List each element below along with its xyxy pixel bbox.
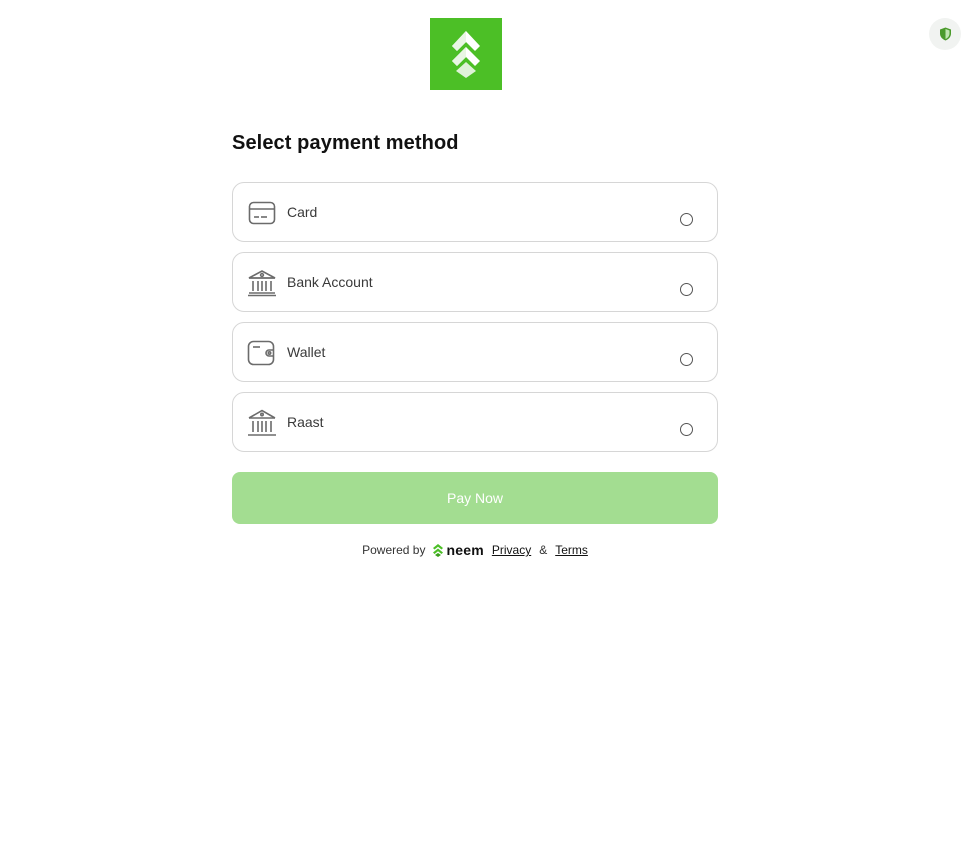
powered-by-text: Powered by xyxy=(362,543,426,557)
payment-option-radio[interactable] xyxy=(680,213,693,226)
payment-option-label: Card xyxy=(287,204,318,220)
payment-option-raast[interactable]: Raast xyxy=(232,392,718,452)
shield-icon xyxy=(939,27,951,41)
pay-now-button[interactable]: Pay Now xyxy=(232,472,718,524)
neem-logo: neem xyxy=(433,542,484,558)
payment-option-card[interactable]: Card xyxy=(232,182,718,242)
payment-option-bank-account[interactable]: Bank Account xyxy=(232,252,718,312)
card-icon xyxy=(247,198,277,228)
payment-option-radio[interactable] xyxy=(680,423,693,436)
payment-option-label: Wallet xyxy=(287,344,326,360)
privacy-link[interactable]: Privacy xyxy=(492,543,531,557)
leaf-chevron-logo-icon xyxy=(452,31,480,78)
security-shield-button[interactable] xyxy=(929,18,961,50)
ampersand: & xyxy=(539,543,548,557)
footer: Powered by neem Privacy & Terms xyxy=(232,540,718,560)
payment-option-label: Bank Account xyxy=(287,274,373,290)
wallet-icon xyxy=(247,338,277,368)
payment-option-radio[interactable] xyxy=(680,353,693,366)
payment-option-wallet[interactable]: Wallet xyxy=(232,322,718,382)
payment-option-radio[interactable] xyxy=(680,283,693,296)
raast-icon xyxy=(247,408,277,438)
neem-leaf-icon xyxy=(433,543,444,557)
page-title: Select payment method xyxy=(232,132,459,154)
bank-icon xyxy=(247,268,277,298)
brand-logo xyxy=(430,18,502,90)
terms-link[interactable]: Terms xyxy=(555,543,588,557)
payment-option-label: Raast xyxy=(287,414,324,430)
payment-page: Select payment method Card Bank Account … xyxy=(0,0,966,844)
payment-method-list: Card Bank Account Wallet Raast xyxy=(232,182,718,462)
neem-wordmark: neem xyxy=(446,542,484,558)
